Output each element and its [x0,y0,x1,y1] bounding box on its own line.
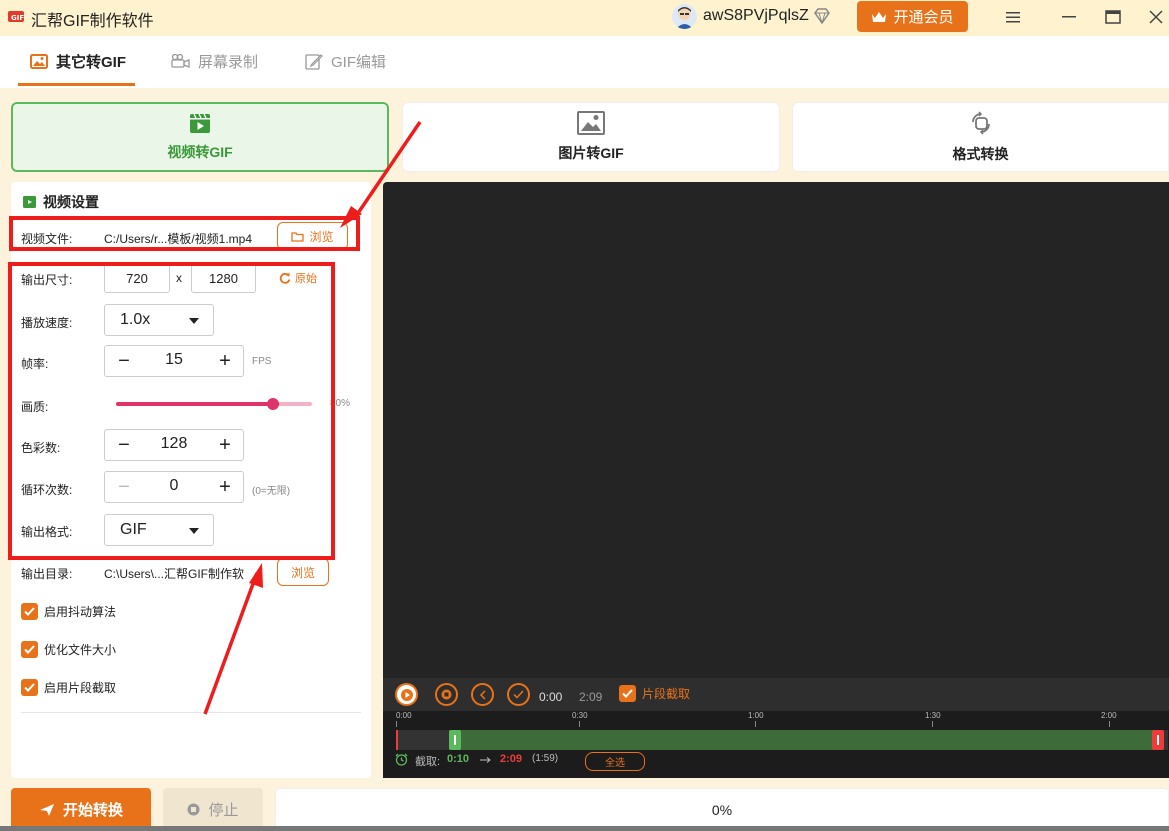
play-button[interactable] [395,683,418,706]
cut-length: (1:59) [532,753,559,764]
chevron-left-icon [479,689,486,700]
clip-start-handle[interactable] [449,730,461,750]
start-convert-button[interactable]: 开始转换 [11,788,151,831]
tick-label: 1:00 [748,711,764,720]
player-controls: 0:00 2:09 片段截取 [383,678,1169,711]
tick-mark [932,721,933,727]
duration: 2:09 [579,690,603,704]
stop-icon [441,689,452,700]
tick-label: 2:00 [1101,711,1117,720]
timeline[interactable]: 0:00 0:30 1:00 1:30 2:00 截取: 0:10 2:09 (… [383,711,1169,778]
clip-selection[interactable] [453,730,1160,750]
stop-label: 停止 [208,802,239,819]
start-label: 开始转换 [62,802,123,819]
cut-end: 2:09 [500,753,523,765]
select-all-button[interactable]: 全选 [585,752,645,771]
stop-playback-button[interactable] [435,683,458,706]
tick-label: 0:30 [572,711,588,720]
tick-mark [579,721,580,727]
window-bottom-edge [0,826,1169,831]
send-icon [39,803,54,816]
clip-toggle[interactable]: 片段截取 [619,685,690,702]
check-icon [513,690,524,699]
arrow-right-icon [480,757,491,763]
checkbox[interactable] [619,685,636,702]
alarm-clock-icon [395,753,408,766]
tick-label: 0:00 [396,711,412,720]
tick-label: 1:30 [925,711,941,720]
cut-start: 0:10 [447,753,470,765]
stop-icon [187,803,200,816]
progress-text: 0% [711,801,733,818]
tick-mark [396,721,397,727]
tick-mark [1109,721,1110,727]
progress-bar: 0% [275,788,1169,831]
clip-label: 片段截取 [642,687,691,701]
clip-end-handle[interactable] [1152,730,1164,750]
video-preview[interactable] [383,182,1169,678]
check-icon [622,689,633,698]
playhead[interactable] [396,730,398,750]
set-start-button[interactable] [471,683,494,706]
cut-label: 截取: [415,756,441,768]
confirm-button[interactable] [507,683,530,706]
current-time: 0:00 [539,690,563,704]
play-icon [400,688,413,701]
select-all-label: 全选 [605,758,625,769]
tick-mark [755,721,756,727]
stop-button[interactable]: 停止 [163,788,263,831]
